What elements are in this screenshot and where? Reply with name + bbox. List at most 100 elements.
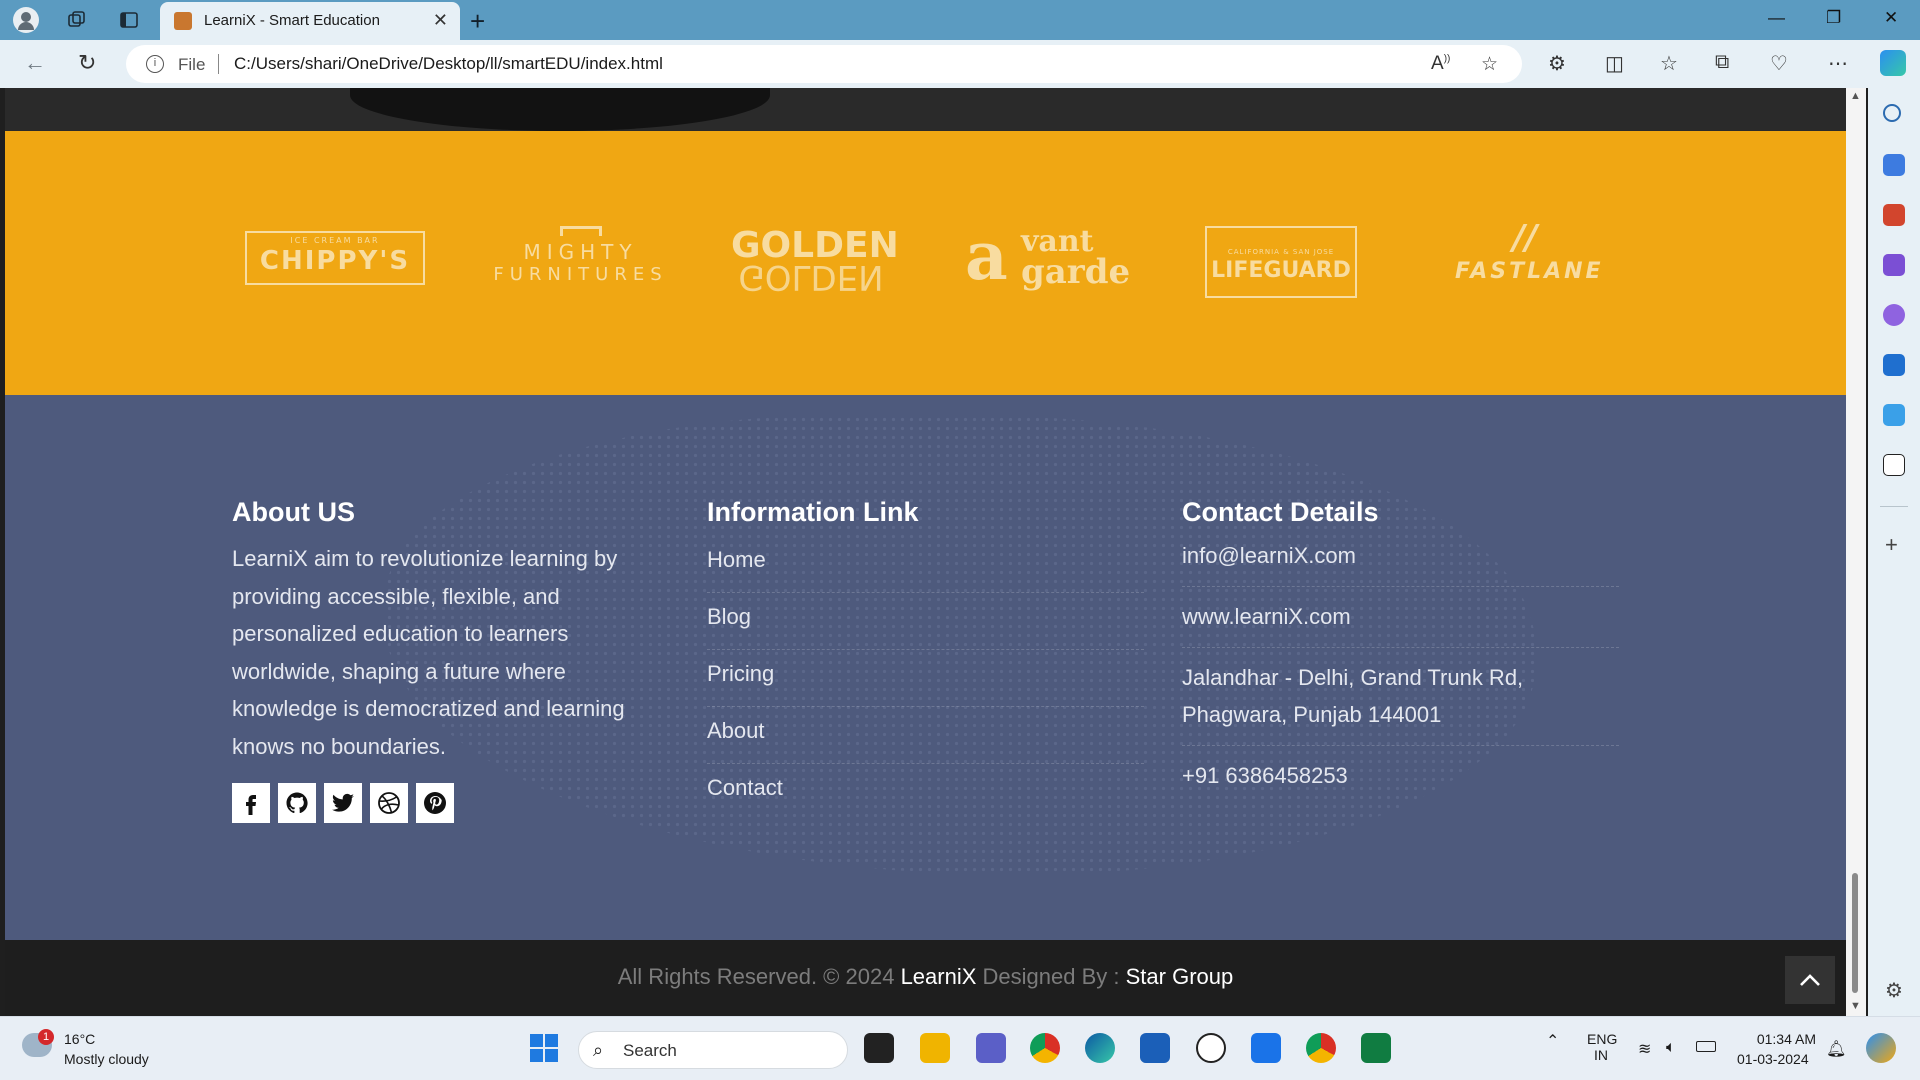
- tab-favicon-icon: [174, 12, 192, 30]
- microsoft-store-icon[interactable]: [1140, 1033, 1170, 1063]
- tab-close-icon[interactable]: ✕: [433, 10, 448, 31]
- browser-toolbar: ← ↻ i File C:/Users/shari/OneDrive/Deskt…: [0, 40, 1920, 88]
- file-explorer-icon[interactable]: [920, 1033, 950, 1063]
- more-menu-icon[interactable]: ⋯: [1828, 51, 1848, 76]
- profile-icon[interactable]: [13, 7, 39, 33]
- split-screen-icon[interactable]: ◫: [1605, 51, 1624, 76]
- tab-title: LearniX - Smart Education: [204, 12, 380, 29]
- collections-icon[interactable]: ⧉: [1715, 51, 1729, 74]
- restore-icon[interactable]: ❐: [1826, 8, 1841, 28]
- sidebar-tools-icon[interactable]: [1883, 204, 1905, 226]
- browser-titlebar: LearniX - Smart Education ✕ + — ❐ ✕: [0, 0, 1920, 40]
- dribbble-icon[interactable]: [370, 783, 408, 823]
- edge-icon[interactable]: [1085, 1033, 1115, 1063]
- address-bar[interactable]: i File C:/Users/shari/OneDrive/Desktop/l…: [126, 45, 1522, 83]
- volume-icon[interactable]: 🔈︎: [1666, 1039, 1676, 1057]
- page-scrollbar[interactable]: ▲ ▼: [1846, 88, 1866, 1016]
- weather-badge: 1: [38, 1029, 54, 1045]
- scrollbar-thumb[interactable]: [1852, 873, 1858, 993]
- minimize-icon[interactable]: —: [1768, 8, 1785, 28]
- sidebar-extension-icon[interactable]: [1883, 454, 1905, 476]
- back-to-top-button[interactable]: [1785, 956, 1835, 1004]
- task-view-icon[interactable]: [864, 1033, 894, 1063]
- contact-heading: Contact Details: [1182, 497, 1379, 527]
- dell-icon[interactable]: [1196, 1033, 1226, 1063]
- tray-chevron-up-icon[interactable]: ⌃: [1546, 1031, 1559, 1051]
- hero-photo-detail: [350, 88, 770, 131]
- footer-link-pricing[interactable]: Pricing: [707, 650, 1144, 707]
- teams-icon[interactable]: [976, 1033, 1006, 1063]
- facebook-icon[interactable]: [232, 783, 270, 823]
- contact-list: info@learniX.com www.learniX.com Jalandh…: [1182, 536, 1619, 806]
- sidebar-games-icon[interactable]: [1883, 254, 1905, 276]
- workspaces-icon[interactable]: [64, 7, 90, 33]
- divider: [218, 54, 219, 74]
- start-windows-icon[interactable]: [529, 1033, 559, 1063]
- footer-link-blog[interactable]: Blog: [707, 593, 1144, 650]
- scroll-up-arrow-icon[interactable]: ▲: [1850, 90, 1861, 102]
- brand-logo-mighty: MIGHTY FURNITURES: [493, 226, 668, 285]
- sidebar-m365-icon[interactable]: [1883, 304, 1905, 326]
- contact-phone[interactable]: +91 6386458253: [1182, 746, 1619, 806]
- designer-link[interactable]: Star Group: [1126, 964, 1234, 989]
- weather-desc[interactable]: Mostly cloudy: [64, 1051, 149, 1067]
- back-icon[interactable]: ←: [24, 50, 46, 76]
- edge-sidebar: + ⚙: [1868, 88, 1920, 1016]
- clock-time[interactable]: 01:34 AM: [1752, 1031, 1816, 1047]
- chrome-profile-icon[interactable]: [1306, 1033, 1336, 1063]
- sidebar-outlook-icon[interactable]: [1883, 354, 1905, 376]
- file-label: File: [178, 55, 206, 74]
- brand-logo-chippys: ICE CREAM BAR CHIPPY'S: [245, 231, 425, 285]
- scroll-down-arrow-icon[interactable]: ▼: [1850, 1000, 1861, 1012]
- sidebar-send-icon[interactable]: [1883, 404, 1905, 426]
- sidebar-shopping-icon[interactable]: [1883, 154, 1905, 176]
- extensions-icon[interactable]: ⚙: [1548, 51, 1566, 76]
- favorite-star-icon[interactable]: ☆: [1481, 53, 1498, 76]
- github-icon[interactable]: [278, 783, 316, 823]
- brand-logo-fastlane: // FASTLANE: [1455, 218, 1604, 284]
- taskbar-search-label: Search: [623, 1041, 677, 1060]
- copilot-icon[interactable]: [1880, 50, 1906, 76]
- page-viewport: ICE CREAM BAR CHIPPY'S MIGHTY FURNITURES…: [5, 88, 1846, 1016]
- copyright-bar: All Rights Reserved. © 2024 LearniX Desi…: [5, 940, 1846, 1016]
- copyright-middle: Designed By :: [982, 964, 1120, 989]
- browser-essentials-icon[interactable]: ♡: [1770, 51, 1788, 76]
- contact-email[interactable]: info@learniX.com: [1182, 536, 1619, 587]
- notification-bell-icon[interactable]: 🔔︎: [1826, 1039, 1846, 1059]
- brand-logo-avantgarde: a vant garde: [965, 217, 1131, 295]
- lang-code: ENG: [1587, 1031, 1618, 1047]
- twitter-icon[interactable]: [324, 783, 362, 823]
- pinterest-icon[interactable]: [416, 783, 454, 823]
- clock-date[interactable]: 01-03-2024: [1737, 1051, 1809, 1067]
- footer-link-contact[interactable]: Contact: [707, 764, 1144, 821]
- windows-taskbar: 1 16°C Mostly cloudy ⌕ Search ⌃ ENG IN ≋…: [0, 1016, 1920, 1080]
- sidebar-search-icon[interactable]: [1883, 104, 1901, 122]
- brand-logo-lifeguard: CALIFORNIA & SAN JOSE LIFEGUARD: [1205, 226, 1357, 298]
- excel-icon[interactable]: [1361, 1033, 1391, 1063]
- battery-icon[interactable]: [1696, 1041, 1716, 1052]
- sidebar-settings-icon[interactable]: ⚙: [1885, 978, 1903, 1003]
- copilot-taskbar-icon[interactable]: [1866, 1033, 1896, 1063]
- chrome-icon[interactable]: [1030, 1033, 1060, 1063]
- browser-tab-active[interactable]: LearniX - Smart Education ✕: [160, 2, 460, 40]
- weather-temp[interactable]: 16°C: [64, 1031, 95, 1047]
- wifi-icon[interactable]: ≋: [1638, 1039, 1651, 1059]
- language-indicator[interactable]: ENG IN: [1587, 1031, 1617, 1063]
- links-heading: Information Link: [707, 497, 919, 527]
- contact-website[interactable]: www.learniX.com: [1182, 587, 1619, 648]
- footer-link-home[interactable]: Home: [707, 536, 1144, 593]
- favorites-icon[interactable]: ☆: [1660, 51, 1678, 76]
- region-code: IN: [1594, 1047, 1608, 1063]
- mail-icon[interactable]: [1251, 1033, 1281, 1063]
- taskbar-search-box[interactable]: ⌕ Search: [578, 1031, 848, 1069]
- read-aloud-icon[interactable]: A)): [1431, 53, 1450, 75]
- new-tab-button[interactable]: +: [470, 6, 485, 37]
- sidebar-add-icon[interactable]: +: [1885, 532, 1898, 558]
- site-info-icon[interactable]: i: [146, 55, 164, 73]
- close-window-icon[interactable]: ✕: [1884, 8, 1898, 28]
- tab-actions-icon[interactable]: [116, 7, 142, 33]
- footer-link-about[interactable]: About: [707, 707, 1144, 764]
- copyright-brand-link[interactable]: LearniX: [901, 964, 977, 989]
- refresh-icon[interactable]: ↻: [78, 50, 96, 76]
- url-text[interactable]: C:/Users/shari/OneDrive/Desktop/ll/smart…: [234, 54, 663, 74]
